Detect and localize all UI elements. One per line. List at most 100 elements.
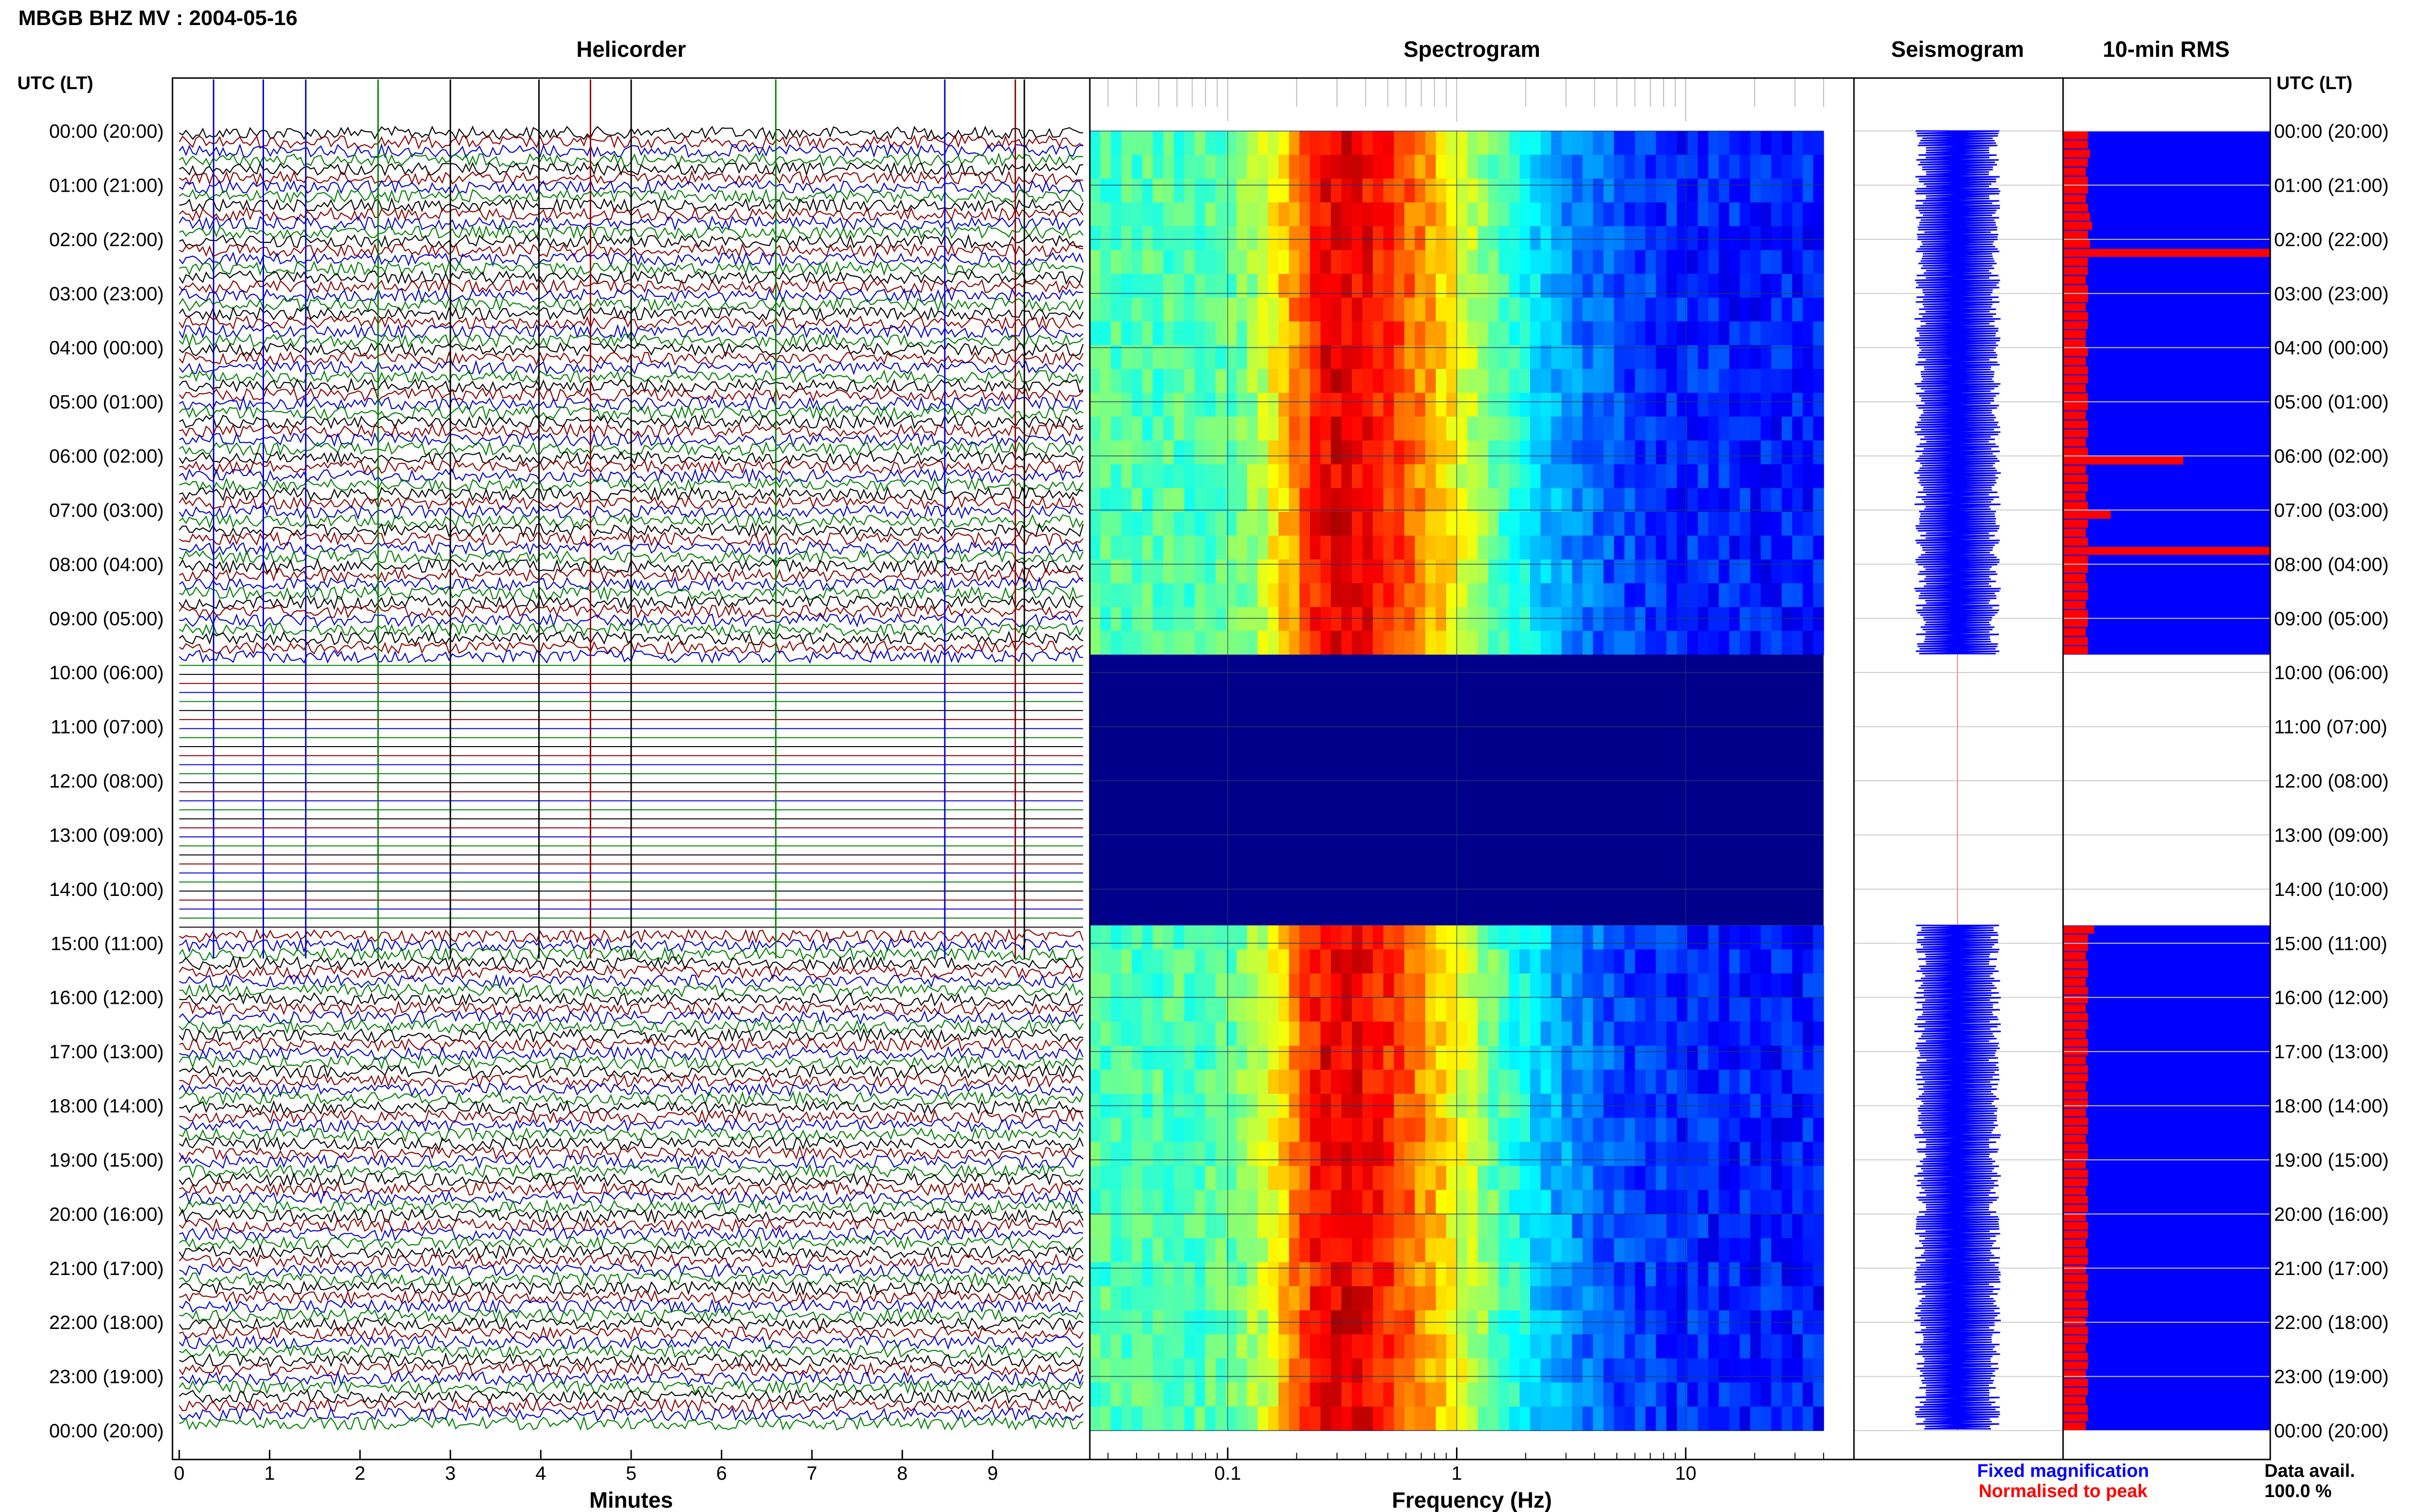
spectrogram-cell [1708,1166,1720,1191]
spectrogram-cell [1236,1262,1248,1287]
rms-bar [2063,131,2088,140]
spectrogram-cell [1142,297,1153,322]
spectrogram-cell [1687,488,1698,513]
spectrogram-cell [1509,1069,1520,1094]
spectrogram-cell [1257,1382,1269,1407]
spectrogram-cell [1603,250,1615,275]
spectrogram-cell [1708,321,1720,346]
spectrogram-cell [1593,1382,1604,1407]
spectrogram-cell [1216,274,1227,298]
spectrogram-cell [1278,440,1290,465]
spectrogram-cell [1792,512,1803,536]
spectrogram-cell [1132,297,1143,322]
minutes-tick-label: 8 [897,1463,908,1484]
spectrogram-cell [1425,949,1436,974]
spectrogram-cell [1100,973,1112,998]
spectrogram-cell [1299,1407,1310,1431]
spectrogram-cell [1341,202,1352,227]
spectrogram-cell [1530,345,1541,369]
spectrogram-cell [1394,1045,1405,1070]
spectrogram-cell [1509,345,1520,369]
rms-bar [2063,1039,2088,1047]
spectrogram-cell [1184,1238,1195,1263]
spectrogram-cell [1278,949,1290,974]
spectrogram-cell [1394,1142,1405,1167]
spectrogram-cell [1383,1334,1394,1359]
spectrogram-cell [1152,226,1164,250]
spectrogram-cell [1572,583,1583,607]
spectrogram-cell [1697,607,1709,631]
time-label-right: 14:00 (10:00) [2274,879,2389,900]
spectrogram-cell [1540,998,1552,1022]
spectrogram-cell [1320,1118,1332,1143]
spectrogram-cell [1488,1045,1499,1070]
spectrogram-cell [1551,925,1562,950]
spectrogram-cell [1351,488,1363,513]
spectrogram-cell [1236,202,1248,227]
spectrogram-cell [1813,583,1824,607]
spectrogram-cell [1488,178,1499,203]
spectrogram-cell [1278,226,1290,250]
spectrogram-cell [1299,250,1310,275]
spectrogram-cell [1425,250,1436,275]
time-label-right: 15:00 (11:00) [2274,933,2387,954]
spectrogram-cell [1090,1238,1101,1263]
spectrogram-cell [1478,155,1489,179]
spectrogram-cell [1278,250,1290,275]
spectrogram-cell [1383,202,1394,227]
spectrogram-cell [1142,973,1153,998]
spectrogram-cell [1425,583,1436,607]
rms-bar [2063,1144,2088,1152]
spectrogram-cell [1111,1286,1122,1311]
spectrogram-cell [1456,131,1468,156]
spectrogram-cell [1562,559,1573,584]
spectrogram-cell [1760,321,1772,346]
spectrogram-cell [1572,1190,1583,1215]
spectrogram-cell [1729,464,1740,488]
spectrogram-cell [1572,512,1583,536]
spectrogram-cell [1236,1190,1248,1215]
spectrogram-cell [1572,973,1583,998]
spectrogram-cell [1687,1021,1698,1046]
spectrogram-cell [1257,583,1269,607]
spectrogram-cell [1236,393,1248,417]
spectrogram-cell [1760,1214,1772,1239]
spectrogram-cell [1771,1190,1782,1215]
spectrogram-cell [1425,559,1436,584]
spectrogram-cell [1739,297,1751,322]
spectrogram-cell [1456,949,1468,974]
spectrogram-cell [1121,536,1132,560]
spectrogram-cell [1299,345,1310,369]
time-label-left: 17:00 (13:00) [49,1041,164,1063]
spectrogram-cell [1478,1358,1489,1383]
spectrogram-cell [1750,1238,1761,1263]
spectrogram-cell [1174,1262,1185,1287]
spectrogram-cell [1278,1166,1290,1191]
time-label-left: 20:00 (16:00) [49,1204,164,1225]
spectrogram-cell [1236,488,1248,513]
spectrogram-cell [1551,1214,1562,1239]
spectrogram-cell [1184,1045,1195,1070]
spectrogram-cell [1257,1407,1269,1431]
spectrogram-cell [1802,440,1814,465]
spectrogram-cell [1498,536,1510,560]
spectrogram-cell [1687,949,1698,974]
spectrogram-cell [1268,583,1279,607]
rms-bar [2063,1170,2088,1178]
spectrogram-cell [1520,1382,1531,1407]
spectrogram-cell [1645,202,1656,227]
rms-bar [2063,492,2086,501]
spectrogram-cell [1645,973,1656,998]
spectrogram-cell [1090,1021,1101,1046]
spectrogram-cell [1174,178,1185,203]
spectrogram-cell [1415,1045,1426,1070]
spectrogram-cell [1771,369,1782,394]
spectrogram-cell [1572,416,1583,441]
spectrogram-cell [1278,559,1290,584]
spectrogram-cell [1425,464,1436,488]
spectrogram-cell [1708,178,1720,203]
spectrogram-cell [1813,1045,1824,1070]
spectrogram-cell [1614,1166,1625,1191]
spectrogram-cell [1425,1166,1436,1191]
spectrogram-cell [1194,1286,1206,1311]
